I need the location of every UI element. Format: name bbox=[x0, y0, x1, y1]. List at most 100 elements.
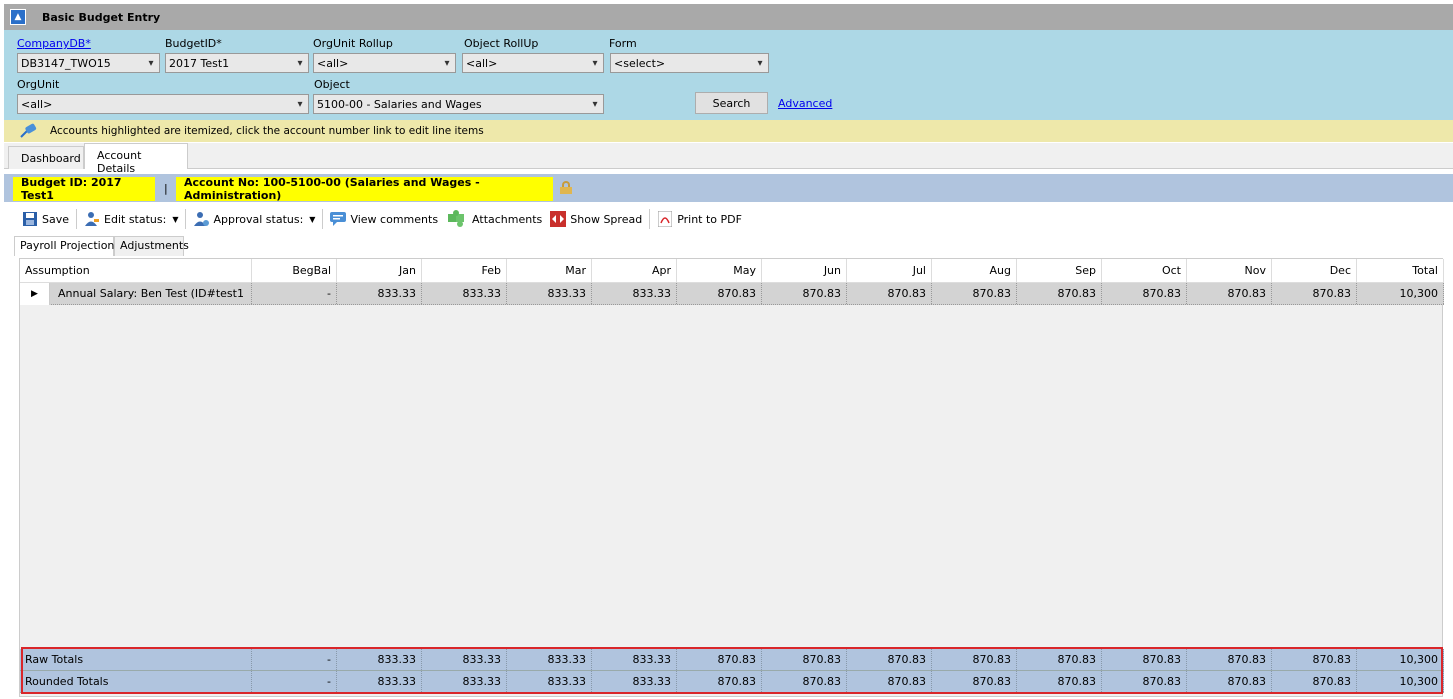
totals-nov: 870.83 bbox=[1187, 649, 1272, 670]
payroll-grid: Assumption BegBal Jan Feb Mar Apr May Ju… bbox=[19, 258, 1444, 697]
row-total[interactable]: 10,300 bbox=[1357, 283, 1444, 304]
row-sep[interactable]: 870.83 bbox=[1017, 283, 1102, 304]
row-jun[interactable]: 870.83 bbox=[762, 283, 847, 304]
row-begbal[interactable]: - bbox=[252, 283, 337, 304]
toolbar-divider bbox=[649, 209, 651, 229]
totals-label: Rounded Totals bbox=[20, 671, 252, 692]
row-assumption[interactable]: Annual Salary: Ben Test (ID#test1 bbox=[50, 283, 252, 304]
col-oct[interactable]: Oct bbox=[1102, 259, 1187, 282]
col-sep[interactable]: Sep bbox=[1017, 259, 1102, 282]
object-rollup-select[interactable]: <all> ▾ bbox=[462, 53, 604, 73]
totals-jul: 870.83 bbox=[847, 649, 932, 670]
row-aug[interactable]: 870.83 bbox=[932, 283, 1017, 304]
view-comments-button[interactable]: View comments bbox=[326, 207, 442, 231]
orgunit-rollup-label: OrgUnit Rollup bbox=[313, 37, 393, 50]
totals-jan: 833.33 bbox=[337, 671, 422, 692]
budget-id-badge: Budget ID: 2017 Test1 bbox=[13, 176, 155, 202]
col-begbal[interactable]: BegBal bbox=[252, 259, 337, 282]
comment-icon bbox=[330, 211, 347, 227]
row-apr[interactable]: 833.33 bbox=[592, 283, 677, 304]
collapse-icon[interactable]: ▲ bbox=[10, 9, 26, 25]
object-select[interactable]: 5100-00 - Salaries and Wages ▾ bbox=[313, 94, 604, 114]
totals-nov: 870.83 bbox=[1187, 671, 1272, 692]
tab-account-details[interactable]: Account Details bbox=[84, 143, 188, 175]
col-nov[interactable]: Nov bbox=[1187, 259, 1272, 282]
chevron-down-icon: ▾ bbox=[757, 57, 763, 69]
main-tabs: Dashboard Account Details bbox=[4, 143, 1453, 175]
col-mar[interactable]: Mar bbox=[507, 259, 592, 282]
toolbar-divider bbox=[76, 209, 78, 229]
show-spread-button[interactable]: Show Spread bbox=[546, 207, 646, 231]
chevron-down-icon: ▾ bbox=[444, 57, 450, 69]
expand-row-icon[interactable]: ▶ bbox=[20, 283, 50, 305]
toolbar: Save Edit status: ▼ Approval status: ▼ V… bbox=[4, 204, 1453, 234]
col-jan[interactable]: Jan bbox=[337, 259, 422, 282]
row-nov[interactable]: 870.83 bbox=[1187, 283, 1272, 304]
orgunit-rollup-select[interactable]: <all> ▾ bbox=[313, 53, 456, 73]
form-select[interactable]: <select> ▾ bbox=[610, 53, 769, 73]
attachments-button[interactable]: Attachments bbox=[442, 207, 546, 231]
tab-payroll-projections[interactable]: Payroll Projections bbox=[14, 236, 120, 256]
totals-begbal: - bbox=[252, 649, 337, 670]
totals-aug: 870.83 bbox=[932, 649, 1017, 670]
budget-id-label: BudgetID* bbox=[165, 37, 222, 50]
row-may[interactable]: 870.83 bbox=[677, 283, 762, 304]
row-dec[interactable]: 870.83 bbox=[1272, 283, 1357, 304]
user-edit-icon bbox=[84, 211, 100, 227]
totals-label: Raw Totals bbox=[20, 649, 252, 670]
totals-total: 10,300 bbox=[1357, 649, 1444, 670]
totals-jun: 870.83 bbox=[762, 671, 847, 692]
puzzle-icon bbox=[446, 210, 468, 227]
notice-text: Accounts highlighted are itemized, click… bbox=[50, 125, 484, 137]
row-mar[interactable]: 833.33 bbox=[507, 283, 592, 304]
col-feb[interactable]: Feb bbox=[422, 259, 507, 282]
chevron-down-icon: ▾ bbox=[592, 98, 598, 110]
row-jul[interactable]: 870.83 bbox=[847, 283, 932, 304]
totals-mar: 833.33 bbox=[507, 649, 592, 670]
print-pdf-button[interactable]: Print to PDF bbox=[653, 207, 746, 231]
tab-dashboard[interactable]: Dashboard bbox=[8, 146, 84, 169]
toolbar-divider bbox=[322, 209, 324, 229]
orgunit-select[interactable]: <all> ▾ bbox=[17, 94, 309, 114]
itemized-notice: Accounts highlighted are itemized, click… bbox=[4, 120, 1453, 142]
save-button[interactable]: Save bbox=[18, 207, 73, 231]
col-dec[interactable]: Dec bbox=[1272, 259, 1357, 282]
window-title: Basic Budget Entry bbox=[42, 10, 161, 24]
totals-dec: 870.83 bbox=[1272, 649, 1357, 670]
col-jun[interactable]: Jun bbox=[762, 259, 847, 282]
col-jul[interactable]: Jul bbox=[847, 259, 932, 282]
totals-sep: 870.83 bbox=[1017, 671, 1102, 692]
totals-may: 870.83 bbox=[677, 671, 762, 692]
row-oct[interactable]: 870.83 bbox=[1102, 283, 1187, 304]
col-total[interactable]: Total bbox=[1357, 259, 1444, 282]
company-db-label[interactable]: CompanyDB* bbox=[17, 37, 91, 50]
lock-icon[interactable] bbox=[560, 181, 572, 194]
budget-id-select[interactable]: 2017 Test1 ▾ bbox=[165, 53, 309, 73]
row-jan[interactable]: 833.33 bbox=[337, 283, 422, 304]
row-feb[interactable]: 833.33 bbox=[422, 283, 507, 304]
chevron-down-icon: ▾ bbox=[592, 57, 598, 69]
edit-status-dropdown[interactable]: Edit status: ▼ bbox=[80, 207, 182, 231]
company-db-select[interactable]: DB3147_TWO15 ▾ bbox=[17, 53, 160, 73]
raw-totals-row: Raw Totals - 833.33 833.33 833.33 833.33… bbox=[20, 649, 1444, 671]
chevron-down-icon: ▾ bbox=[148, 57, 154, 69]
filter-panel: CompanyDB* DB3147_TWO15 ▾ BudgetID* 2017… bbox=[4, 30, 1453, 120]
user-approval-icon bbox=[193, 211, 210, 227]
totals-may: 870.83 bbox=[677, 649, 762, 670]
search-button[interactable]: Search bbox=[695, 92, 768, 114]
object-rollup-label: Object RollUp bbox=[464, 37, 539, 50]
window-titlebar: ▲ Basic Budget Entry bbox=[4, 4, 1453, 30]
col-may[interactable]: May bbox=[677, 259, 762, 282]
chevron-down-icon: ▼ bbox=[172, 214, 179, 224]
totals-dec: 870.83 bbox=[1272, 671, 1357, 692]
col-aug[interactable]: Aug bbox=[932, 259, 1017, 282]
totals-total: 10,300 bbox=[1357, 671, 1444, 692]
col-assumption[interactable]: Assumption bbox=[20, 259, 252, 282]
advanced-link[interactable]: Advanced bbox=[778, 97, 832, 110]
col-apr[interactable]: Apr bbox=[592, 259, 677, 282]
approval-status-dropdown[interactable]: Approval status: ▼ bbox=[189, 207, 319, 231]
tab-adjustments[interactable]: Adjustments bbox=[114, 236, 189, 256]
spread-icon bbox=[550, 211, 567, 227]
table-row[interactable]: ▶ Annual Salary: Ben Test (ID#test1 - 83… bbox=[20, 283, 1444, 305]
toolbar-divider bbox=[185, 209, 187, 229]
